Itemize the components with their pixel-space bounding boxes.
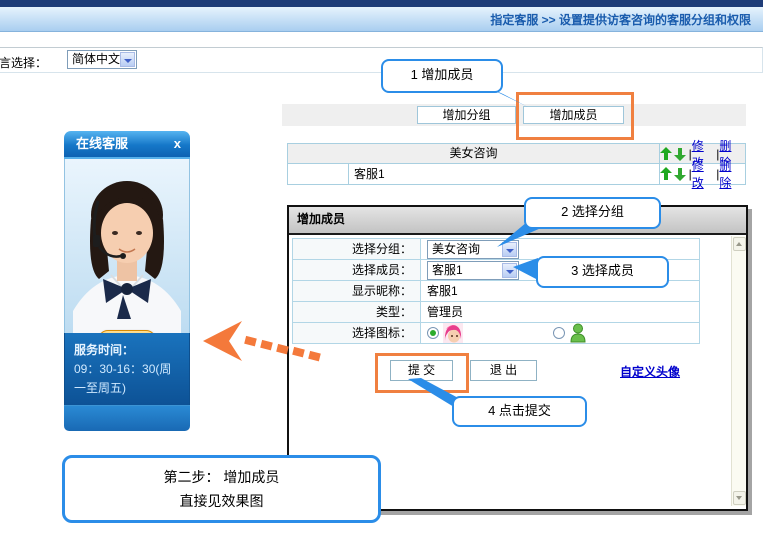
scroll-up-icon[interactable]	[733, 237, 746, 251]
move-down-icon[interactable]	[674, 167, 686, 181]
summary-line1: 第二步： 增加成员	[65, 467, 378, 487]
field-label: 选择成员：	[293, 260, 421, 280]
modify-link[interactable]: 修改	[692, 157, 716, 191]
person-avatar-icon	[569, 323, 587, 343]
group-row: 美女咨询 | 修改 | 删除	[287, 143, 746, 164]
service-hours-value: 09：30-16：30(周一至周五)	[74, 360, 180, 398]
chevron-down-icon[interactable]	[502, 242, 517, 257]
scrollbar[interactable]	[731, 236, 746, 506]
custom-avatar-link[interactable]: 自定义头像	[620, 363, 680, 380]
chevron-down-icon[interactable]	[502, 263, 517, 278]
form-row-icon: 选择图标：	[292, 322, 700, 344]
field-label: 显示昵称：	[293, 281, 421, 301]
move-down-icon[interactable]	[674, 147, 686, 161]
member-row: 客服1 | 修改 | 删除	[287, 163, 746, 185]
icon-radio-person[interactable]	[553, 327, 565, 339]
close-icon[interactable]: x	[174, 131, 181, 156]
move-up-icon[interactable]	[660, 167, 672, 181]
member-select-value: 客服1	[432, 263, 463, 277]
member-select[interactable]: 客服1	[427, 261, 519, 280]
top-banner: 指定客服 >> 设置提供访客咨询的客服分组和权限	[0, 7, 763, 32]
exit-button[interactable]: 退 出	[470, 360, 537, 381]
chat-now-button[interactable]: 点击交谈	[98, 330, 156, 333]
language-select[interactable]: 简体中文	[67, 50, 137, 69]
add-group-button[interactable]: 增加分组	[417, 106, 516, 124]
callout-summary: 第二步： 增加成员 直接见效果图	[62, 455, 381, 523]
group-select-value: 美女咨询	[432, 242, 480, 256]
chat-widget-title: 在线客服	[76, 136, 128, 151]
row-indent	[288, 164, 349, 184]
top-navy-bar	[0, 0, 763, 7]
chat-widget-header: 在线客服 x	[64, 131, 190, 159]
field-label: 选择图标：	[293, 323, 421, 343]
field-label: 类型：	[293, 302, 421, 322]
type-value: 管理员	[427, 302, 463, 322]
service-hours-label: 服务时间：	[74, 341, 180, 360]
group-select[interactable]: 美女咨询	[427, 240, 519, 259]
dialog-title: 增加成员	[289, 207, 746, 235]
callout-step2: 2 选择分组	[524, 197, 661, 229]
highlight-box-submit	[375, 353, 469, 393]
highlight-box-add-member	[516, 92, 634, 140]
member-actions: | 修改 | 删除	[659, 164, 745, 184]
agent-photo: 点击交谈	[64, 159, 190, 333]
page: 指定客服 >> 设置提供访客咨询的客服分组和权限 语言选择： 简体中文 增加分组…	[0, 0, 771, 534]
service-hours-panel: 服务时间： 09：30-16：30(周一至周五)	[64, 333, 190, 405]
breadcrumb: 指定客服 >> 设置提供访客咨询的客服分组和权限	[490, 11, 751, 28]
callout-step4: 4 点击提交	[452, 396, 587, 427]
group-name: 美女咨询	[288, 144, 659, 163]
callout-step1: 1 增加成员	[381, 59, 503, 93]
nickname-value: 客服1	[427, 281, 458, 301]
scroll-down-icon[interactable]	[733, 491, 746, 505]
delete-link[interactable]: 删除	[719, 157, 743, 191]
move-up-icon[interactable]	[660, 147, 672, 161]
agent-photo-illustration	[65, 159, 189, 333]
member-form: 选择分组： 美女咨询 选择成员： 客服1	[289, 239, 697, 344]
chat-widget-footer	[64, 405, 190, 431]
chat-widget: 在线客服 x	[64, 131, 190, 431]
icon-radio-girl[interactable]	[427, 327, 439, 339]
member-name: 客服1	[349, 164, 659, 184]
chevron-down-icon[interactable]	[120, 52, 135, 67]
callout-step3: 3 选择成员	[536, 256, 669, 288]
girl-avatar-icon	[443, 323, 463, 343]
form-row-type: 类型： 管理员	[292, 301, 700, 323]
field-label: 选择分组：	[293, 239, 421, 259]
language-label: 语言选择：	[0, 54, 47, 71]
language-select-value: 简体中文	[72, 52, 120, 66]
summary-line2: 直接见效果图	[65, 491, 378, 511]
